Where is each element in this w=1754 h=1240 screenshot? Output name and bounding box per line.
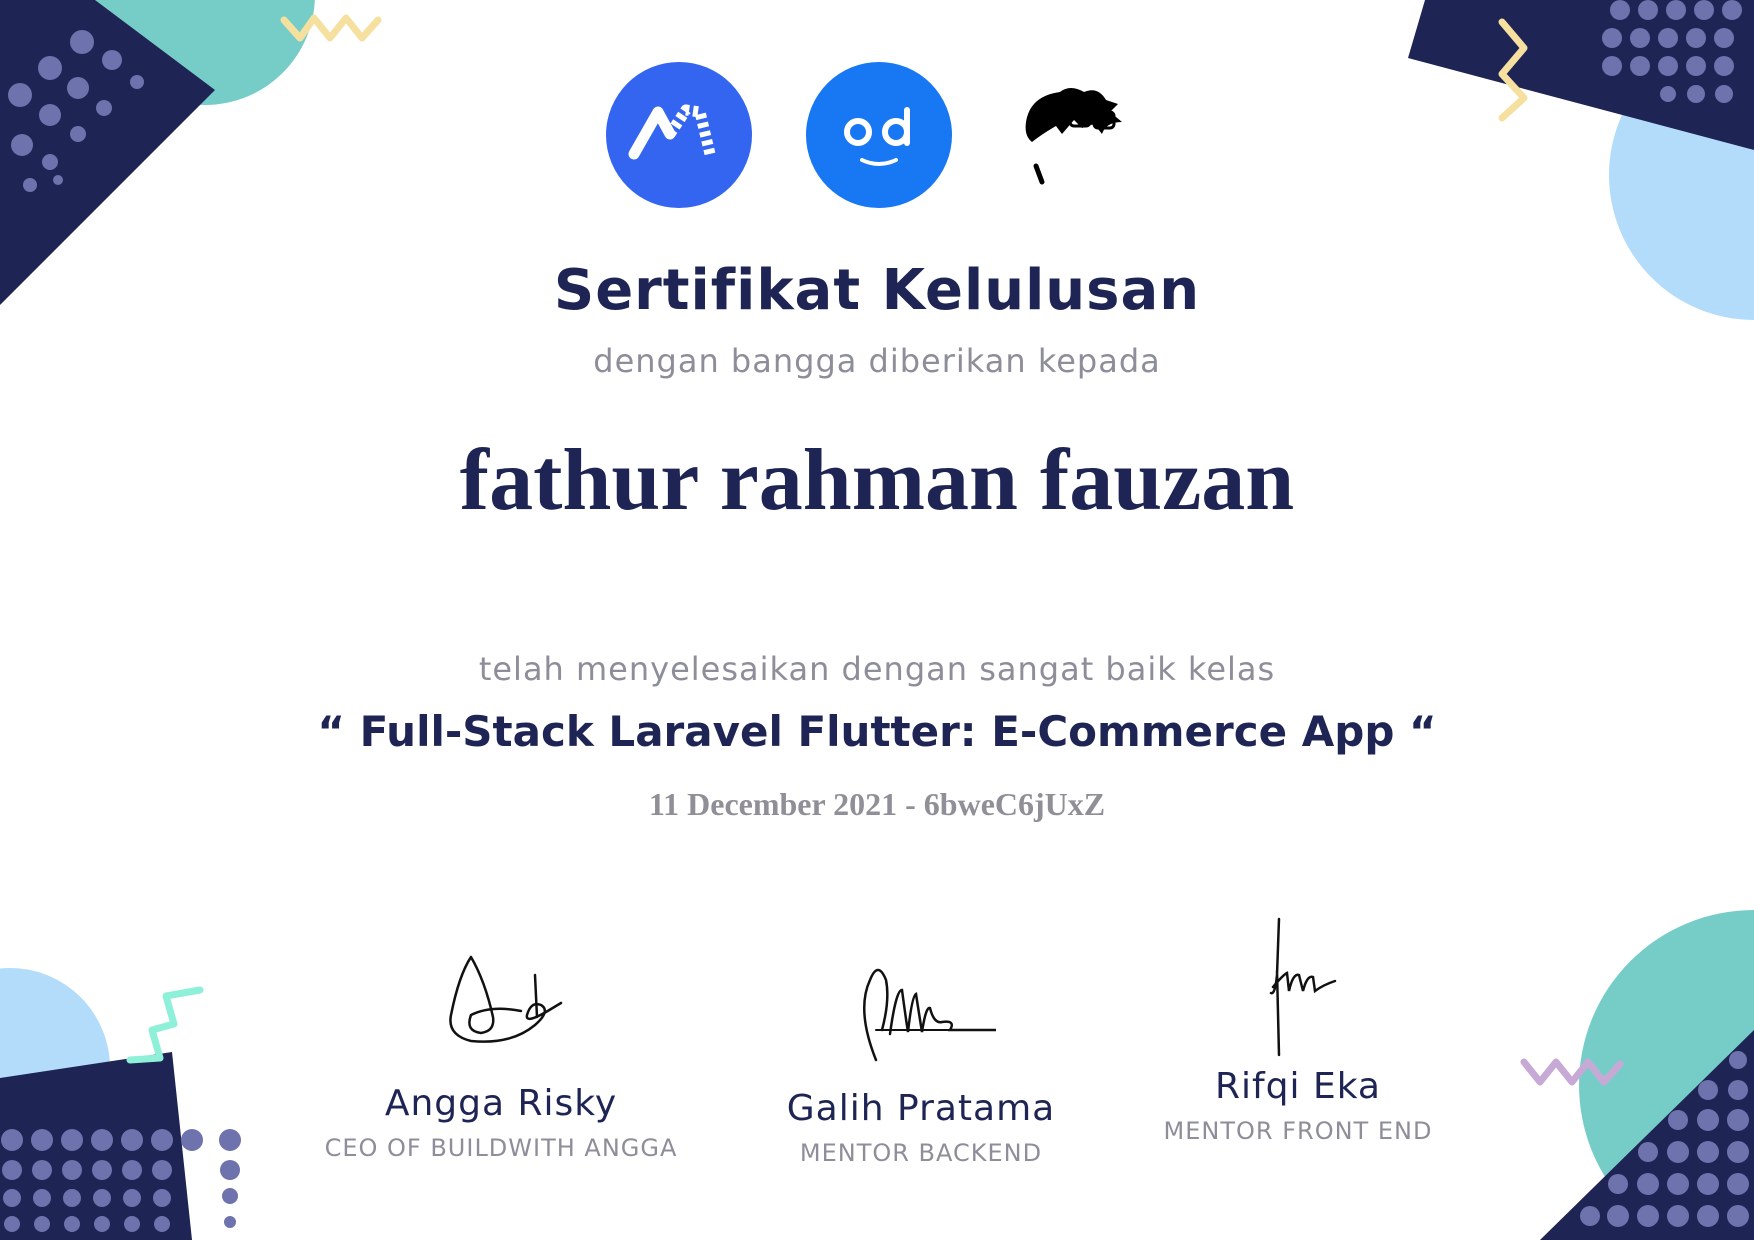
signature-galih-pratama — [862, 968, 996, 1062]
certificate-title: Sertifikat Kelulusan — [553, 258, 1201, 323]
course-title: “ Full-Stack Laravel Flutter: E-Commerce… — [317, 707, 1437, 756]
signer-name: Angga Risky — [384, 1083, 618, 1124]
signature-rifqi-eka — [1269, 917, 1337, 1057]
signer-role: MENTOR FRONT END — [1163, 1117, 1433, 1145]
signature-angga-risky — [449, 955, 563, 1043]
signer-galih-pratama: Galih Pratama MENTOR BACKEND — [701, 950, 1141, 1167]
mentor-avatar-icon — [1006, 62, 1152, 208]
signer-name: Rifqi Eka — [1214, 1066, 1381, 1107]
bottom-right-corner-decoration — [1520, 910, 1754, 1240]
certificate-page: Sertifikat Kelulusan dengan bangga diber… — [0, 0, 1754, 1240]
buildwithangga-logo-icon — [606, 62, 752, 208]
signer-angga-risky: Angga Risky CEO OF BUILDWITH ANGGA — [281, 945, 721, 1162]
od-logo-icon — [806, 62, 952, 208]
recipient-name: fathur rahman fauzan — [459, 432, 1295, 529]
bottom-left-corner-decoration — [0, 968, 241, 1240]
signer-role: MENTOR BACKEND — [799, 1139, 1043, 1167]
signer-role: CEO OF BUILDWITH ANGGA — [324, 1134, 678, 1162]
date-and-certificate-code: 11 December 2021 - 6bweC6jUxZ — [648, 786, 1106, 822]
certificate-subtitle: dengan bangga diberikan kepada — [593, 342, 1161, 380]
signer-name: Galih Pratama — [786, 1088, 1056, 1129]
signer-rifqi-eka: Rifqi Eka MENTOR FRONT END — [1078, 915, 1518, 1145]
completion-text: telah menyelesaikan dengan sangat baik k… — [478, 650, 1276, 688]
